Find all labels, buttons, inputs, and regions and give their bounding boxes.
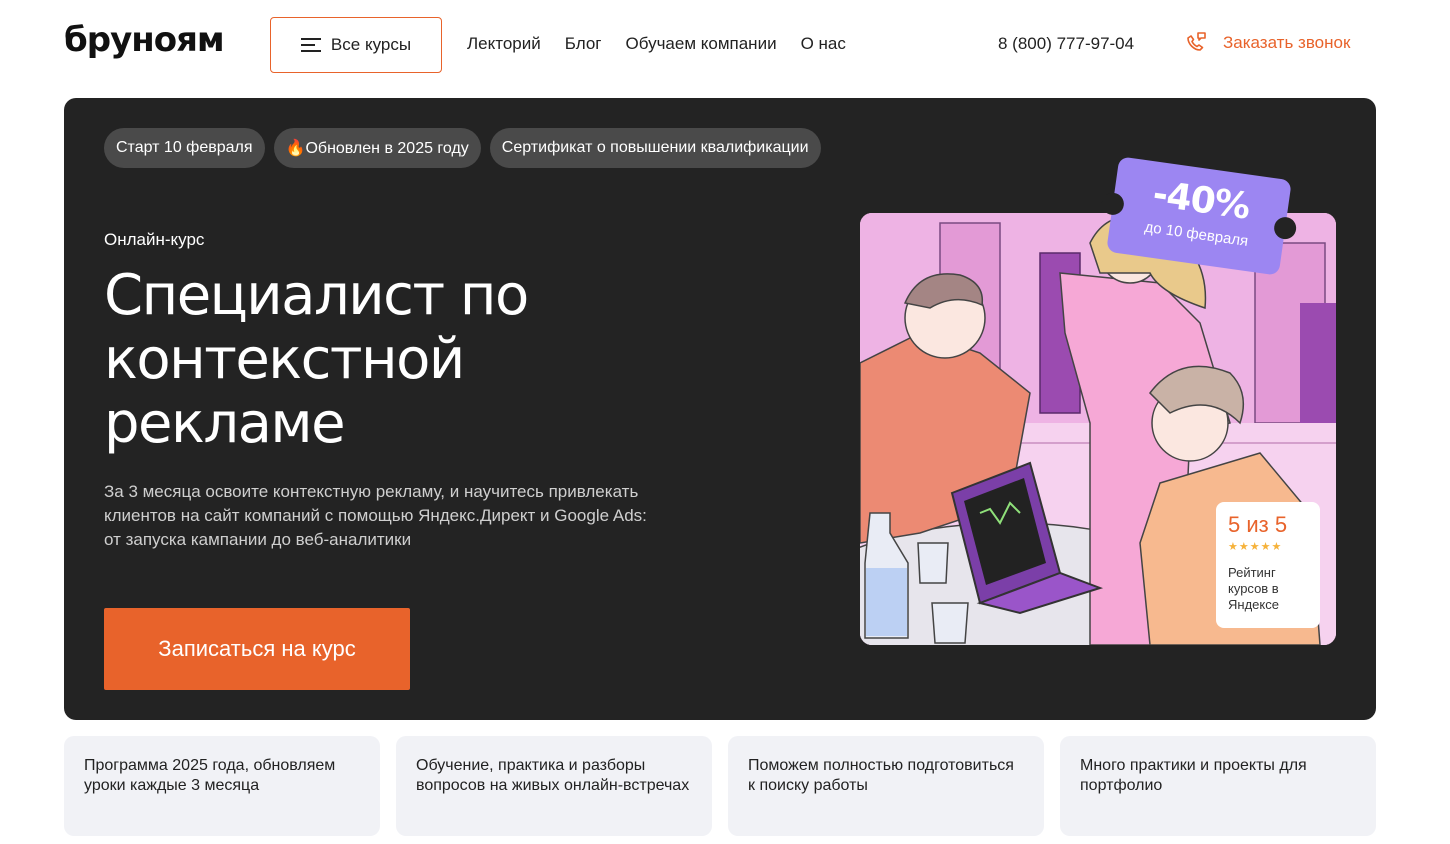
hero-section: Старт 10 февраля 🔥Обновлен в 2025 году С… — [64, 98, 1376, 720]
course-title: Специалист по контекстной рекламе — [104, 264, 724, 456]
nav-item-about[interactable]: О нас — [801, 34, 846, 54]
tag-start-date: Старт 10 февраля — [104, 128, 265, 168]
course-description: За 3 месяца освоите контекстную рекламу,… — [104, 482, 647, 549]
enroll-button[interactable]: Записаться на курс — [104, 608, 410, 690]
callback-label: Заказать звонок — [1223, 33, 1351, 52]
rating-card: 5 из 5 ★★★★★ Рейтинг курсов в Яндексе — [1216, 502, 1320, 628]
star-icon: ★ — [1271, 541, 1283, 553]
features-row: Программа 2025 года, обновляем уроки каж… — [64, 736, 1376, 836]
tag-certificate: Сертификат о повышении квалификации — [489, 128, 821, 168]
phone-number[interactable]: 8 (800) 777-97-04 — [998, 34, 1134, 54]
rating-stars: ★★★★★ — [1228, 540, 1308, 553]
main-nav: Лекторий Блог Обучаем компании О нас — [467, 34, 846, 54]
rating-text: Рейтинг курсов в Яндексе — [1228, 565, 1279, 612]
feature-card: Много практики и проекты для портфолио — [1060, 736, 1376, 836]
nav-item-companies[interactable]: Обучаем компании — [625, 34, 776, 54]
hero-tags: Старт 10 февраля 🔥Обновлен в 2025 году С… — [104, 128, 821, 168]
menu-icon — [300, 38, 321, 52]
tag-updated: 🔥Обновлен в 2025 году — [273, 128, 481, 168]
course-kicker: Онлайн-курс — [104, 230, 205, 249]
feature-card: Поможем полностью подготовиться к поиску… — [728, 736, 1044, 836]
course-title-line: рекламе — [104, 391, 346, 456]
star-icon: ★ — [1228, 541, 1239, 553]
star-icon: ★ — [1249, 541, 1261, 553]
star-icon: ★ — [1260, 541, 1272, 553]
site-header: бруноям Все курсы Лекторий Блог Обучаем … — [0, 0, 1450, 90]
nav-item-lectorium[interactable]: Лекторий — [467, 34, 541, 54]
course-title-line: Специалист по — [104, 263, 529, 328]
rating-score: 5 из 5 — [1228, 512, 1288, 537]
logo[interactable]: бруноям — [64, 20, 225, 60]
all-courses-button[interactable]: Все курсы — [270, 17, 442, 73]
callback-button[interactable]: Заказать звонок — [1183, 30, 1350, 56]
star-icon: ★ — [1238, 541, 1250, 553]
course-title-line: контекстной — [104, 327, 465, 392]
feature-card: Обучение, практика и разборы вопросов на… — [396, 736, 712, 836]
feature-card: Программа 2025 года, обновляем уроки каж… — [64, 736, 380, 836]
all-courses-label: Все курсы — [330, 35, 412, 54]
nav-item-blog[interactable]: Блог — [565, 34, 602, 54]
phone-chat-icon — [1187, 32, 1206, 51]
